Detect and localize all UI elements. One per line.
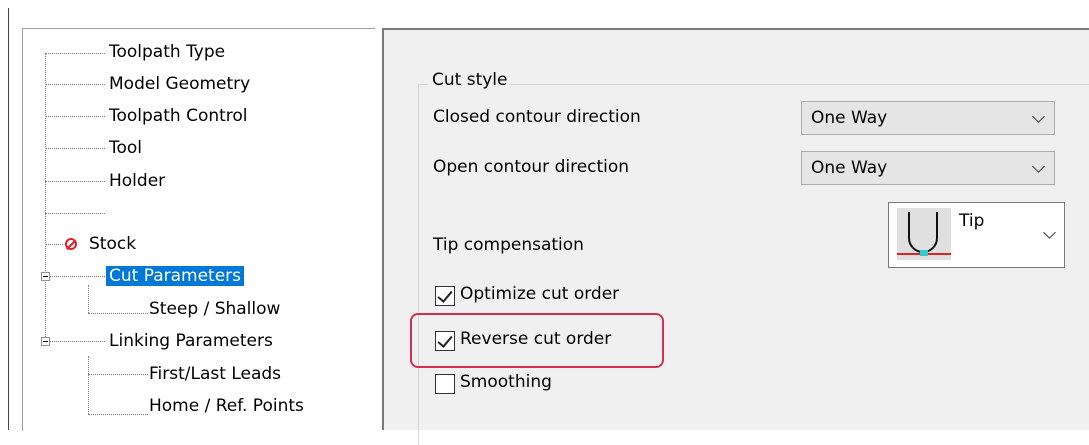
smoothing-checkbox[interactable] bbox=[435, 374, 455, 394]
tree-connector bbox=[45, 148, 105, 149]
tree-connector bbox=[45, 276, 105, 277]
open-contour-value: One Way bbox=[811, 158, 888, 178]
tree-item-toolpath-type[interactable]: Toolpath Type bbox=[106, 39, 228, 65]
tree-item-steep-shallow[interactable]: Steep / Shallow bbox=[146, 296, 283, 322]
reverse-cut-order-checkbox[interactable] bbox=[435, 331, 455, 351]
open-contour-dropdown[interactable]: One Way bbox=[801, 151, 1055, 185]
tree-connector bbox=[45, 116, 105, 117]
chevron-down-icon bbox=[1043, 226, 1056, 239]
tree-connector bbox=[45, 53, 46, 341]
tree-item-label: Tool bbox=[109, 138, 143, 158]
tree-item-label: Toolpath Type bbox=[109, 42, 226, 62]
tree-item-stock[interactable]: Stock bbox=[86, 231, 139, 257]
reverse-cut-order-label: Reverse cut order bbox=[460, 329, 612, 349]
parameter-tree: Toolpath Type Model Geometry Toolpath Co… bbox=[22, 28, 375, 431]
tree-connector bbox=[45, 213, 105, 214]
open-contour-label: Open contour direction bbox=[433, 157, 630, 177]
tree-item-label: Holder bbox=[109, 171, 166, 191]
tree-connector bbox=[45, 53, 105, 54]
optimize-cut-order-label: Optimize cut order bbox=[460, 284, 620, 304]
tree-item-label: Home / Ref. Points bbox=[149, 396, 304, 416]
tree-item-label: Toolpath Control bbox=[109, 106, 248, 126]
tree-item-label: First/Last Leads bbox=[149, 364, 282, 384]
tree-item-home-ref-points[interactable]: Home / Ref. Points bbox=[146, 393, 307, 419]
tip-compensation-value: Tip bbox=[959, 211, 985, 231]
cut-style-group-title: Cut style bbox=[428, 70, 512, 90]
tree-item-cut-parameters[interactable]: Cut Parameters bbox=[106, 263, 245, 289]
tree-connector bbox=[45, 244, 63, 245]
tree-item-label: Linking Parameters bbox=[109, 331, 273, 351]
closed-contour-dropdown[interactable]: One Way bbox=[801, 101, 1055, 135]
stock-disabled-icon bbox=[65, 238, 77, 250]
collapse-icon[interactable] bbox=[41, 272, 50, 281]
tree-item-label: Cut Parameters bbox=[106, 266, 245, 286]
window-left-edge bbox=[8, 8, 9, 430]
tree-connector bbox=[88, 414, 148, 415]
tree-connector bbox=[45, 84, 105, 85]
tree-item-linking-parameters[interactable]: Linking Parameters bbox=[106, 328, 276, 354]
tree-connector bbox=[45, 341, 105, 342]
tree-item-holder[interactable]: Holder bbox=[106, 168, 168, 194]
tree-item-label: Model Geometry bbox=[109, 74, 251, 94]
tree-item-model-geometry[interactable]: Model Geometry bbox=[106, 71, 253, 97]
tree-connector bbox=[88, 356, 89, 414]
chevron-down-icon bbox=[1032, 160, 1045, 173]
tip-compensation-dropdown[interactable]: Tip bbox=[888, 202, 1065, 268]
tree-item-toolpath-control[interactable]: Toolpath Control bbox=[106, 103, 251, 129]
tree-item-label: Stock bbox=[89, 234, 137, 254]
tree-connector bbox=[88, 313, 148, 314]
collapse-icon[interactable] bbox=[41, 337, 50, 346]
chevron-down-icon bbox=[1032, 110, 1045, 123]
tree-item-first-last-leads[interactable]: First/Last Leads bbox=[146, 361, 284, 387]
tree-connector bbox=[88, 285, 89, 313]
optimize-cut-order-checkbox[interactable] bbox=[435, 286, 455, 306]
tool-tip-icon bbox=[897, 208, 951, 260]
closed-contour-label: Closed contour direction bbox=[433, 107, 641, 127]
tip-compensation-label: Tip compensation bbox=[433, 235, 584, 255]
tree-connector bbox=[45, 181, 105, 182]
tree-item-label: Steep / Shallow bbox=[149, 299, 281, 319]
smoothing-label: Smoothing bbox=[460, 372, 552, 392]
tree-connector bbox=[88, 374, 148, 375]
closed-contour-value: One Way bbox=[811, 108, 888, 128]
tree-item-tool[interactable]: Tool bbox=[106, 135, 145, 161]
